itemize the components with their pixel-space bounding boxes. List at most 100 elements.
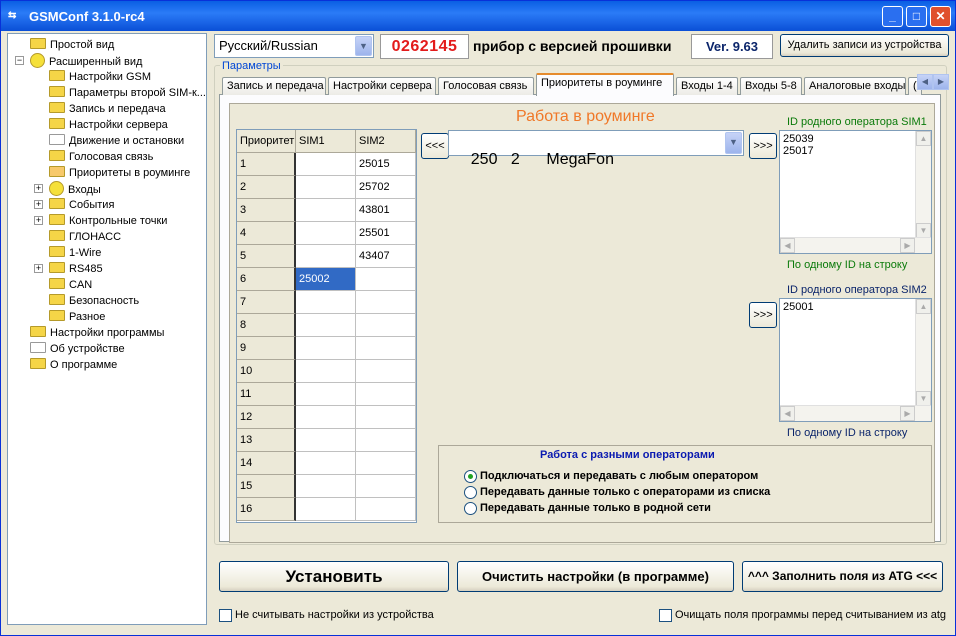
add-sim1-home-button[interactable]: >>>: [749, 133, 777, 159]
grid-cell[interactable]: [296, 337, 356, 360]
operator-select[interactable]: 250 2 MegaFon ▼: [448, 130, 744, 168]
tree-item[interactable]: События: [49, 197, 114, 213]
grid-cell[interactable]: 43801: [356, 199, 416, 222]
tree-item[interactable]: Входы: [49, 181, 101, 197]
operator-mode-label[interactable]: Передавать данные только в родной сети: [480, 502, 711, 514]
delete-records-button[interactable]: Удалить записи из устройства: [780, 34, 949, 57]
grid-row-header[interactable]: 9: [237, 337, 296, 360]
clear-settings-button[interactable]: Очистить настройки (в программе): [457, 561, 734, 592]
add-sim2-home-button[interactable]: >>>: [749, 302, 777, 328]
chevron-right-icon[interactable]: ▶: [900, 238, 915, 253]
sim2-home-list[interactable]: 25001 ▲ ▼ ◀ ▶: [779, 298, 932, 422]
tab[interactable]: Запись и передача: [222, 77, 326, 95]
maximize-button[interactable]: □: [906, 6, 927, 27]
move-left-button[interactable]: <<<: [421, 133, 449, 159]
grid-cell[interactable]: [356, 291, 416, 314]
no-read-checkbox[interactable]: [219, 609, 232, 622]
scrollbar[interactable]: ◀ ▶: [780, 405, 931, 421]
grid-header[interactable]: SIM1: [296, 130, 356, 153]
grid-cell[interactable]: [296, 498, 356, 521]
grid-cell[interactable]: [296, 291, 356, 314]
chevron-down-icon[interactable]: ▼: [725, 132, 742, 154]
grid-cell[interactable]: [356, 337, 416, 360]
tab-scroll-right-icon[interactable]: ▶: [933, 74, 949, 90]
tree-item[interactable]: Расширенный вид: [30, 53, 142, 69]
grid-cell[interactable]: [296, 245, 356, 268]
grid-row-header[interactable]: 7: [237, 291, 296, 314]
expand-icon[interactable]: +: [34, 216, 43, 225]
tab[interactable]: Аналоговые входы: [804, 77, 906, 95]
grid-cell[interactable]: [356, 360, 416, 383]
operator-mode-label[interactable]: Подключаться и передавать с любым операт…: [480, 470, 758, 482]
tree-item[interactable]: Безопасность: [49, 293, 139, 309]
grid-row-header[interactable]: 12: [237, 406, 296, 429]
chevron-down-icon[interactable]: ▼: [916, 391, 931, 406]
navigation-tree[interactable]: Простой вид Расширенный вид − Настройки GSM…: [7, 33, 207, 625]
grid-row-header[interactable]: 16: [237, 498, 296, 521]
tree-item[interactable]: Приоритеты в роуминге: [49, 165, 190, 181]
tab[interactable]: Входы 1-4: [676, 77, 738, 95]
tree-item[interactable]: Настройки GSM: [49, 69, 151, 85]
operator-mode-radio[interactable]: [464, 502, 477, 515]
tab[interactable]: Настройки сервера: [328, 77, 436, 95]
operator-mode-label[interactable]: Передавать данные только с операторами и…: [480, 486, 770, 498]
grid-cell[interactable]: [356, 498, 416, 521]
grid-cell[interactable]: 25002: [296, 268, 356, 291]
tree-item[interactable]: О программе: [30, 357, 117, 373]
tree-item[interactable]: Параметры второй SIM-к...: [49, 85, 206, 101]
grid-row-header[interactable]: 4: [237, 222, 296, 245]
grid-cell[interactable]: 25702: [356, 176, 416, 199]
grid-row-header[interactable]: 11: [237, 383, 296, 406]
grid-cell[interactable]: [356, 475, 416, 498]
tab[interactable]: Приоритеты в роуминге: [536, 73, 674, 96]
grid-row-header[interactable]: 3: [237, 199, 296, 222]
scrollbar[interactable]: ▲ ▼: [915, 131, 931, 238]
grid-row-header[interactable]: 13: [237, 429, 296, 452]
close-button[interactable]: ✕: [930, 6, 951, 27]
tree-item[interactable]: 1-Wire: [49, 245, 101, 261]
grid-cell[interactable]: [296, 452, 356, 475]
grid-cell[interactable]: [296, 199, 356, 222]
grid-cell[interactable]: 25501: [356, 222, 416, 245]
tab[interactable]: Входы 5-8: [740, 77, 802, 95]
chevron-down-icon[interactable]: ▼: [916, 223, 931, 238]
tab-scroll-left-icon[interactable]: ◀: [917, 74, 933, 90]
chevron-up-icon[interactable]: ▲: [916, 131, 931, 146]
minimize-button[interactable]: _: [882, 6, 903, 27]
grid-cell[interactable]: [296, 176, 356, 199]
grid-cell[interactable]: 43407: [356, 245, 416, 268]
tree-item[interactable]: CAN: [49, 277, 92, 293]
tab[interactable]: Голосовая связь: [438, 77, 534, 95]
grid-row-header[interactable]: 8: [237, 314, 296, 337]
expand-icon[interactable]: +: [34, 184, 43, 193]
chevron-left-icon[interactable]: ◀: [780, 238, 795, 253]
priority-grid[interactable]: Приоритет SIM1 SIM2 1 25015 2 25702 3 43801 4 2550…: [236, 129, 417, 523]
grid-header[interactable]: Приоритет: [237, 130, 296, 153]
grid-cell[interactable]: [296, 406, 356, 429]
tree-item[interactable]: Разное: [49, 309, 105, 325]
grid-cell[interactable]: [356, 406, 416, 429]
grid-cell[interactable]: [296, 222, 356, 245]
title-bar[interactable]: ⇆ GSMConf 3.1.0-rc4 _ □ ✕: [1, 1, 955, 31]
expand-icon[interactable]: +: [34, 264, 43, 273]
grid-cell[interactable]: [296, 360, 356, 383]
clear-before-read-checkbox[interactable]: [659, 609, 672, 622]
expand-icon[interactable]: +: [34, 200, 43, 209]
grid-row-header[interactable]: 15: [237, 475, 296, 498]
grid-cell[interactable]: [296, 153, 356, 176]
tree-item[interactable]: ГЛОНАСС: [49, 229, 121, 245]
grid-row-header[interactable]: 5: [237, 245, 296, 268]
chevron-left-icon[interactable]: ◀: [780, 406, 795, 421]
grid-cell[interactable]: 25015: [356, 153, 416, 176]
tree-item[interactable]: Движение и остановки: [49, 133, 184, 149]
collapse-icon[interactable]: −: [15, 56, 24, 65]
grid-header[interactable]: SIM2: [356, 130, 416, 153]
grid-cell[interactable]: [296, 475, 356, 498]
grid-row-header[interactable]: 1: [237, 153, 296, 176]
grid-row-header[interactable]: 6: [237, 268, 296, 291]
grid-cell[interactable]: [356, 383, 416, 406]
tree-item[interactable]: Запись и передача: [49, 101, 166, 117]
grid-cell[interactable]: [356, 314, 416, 337]
tree-item[interactable]: Настройки сервера: [49, 117, 168, 133]
grid-cell[interactable]: [356, 452, 416, 475]
